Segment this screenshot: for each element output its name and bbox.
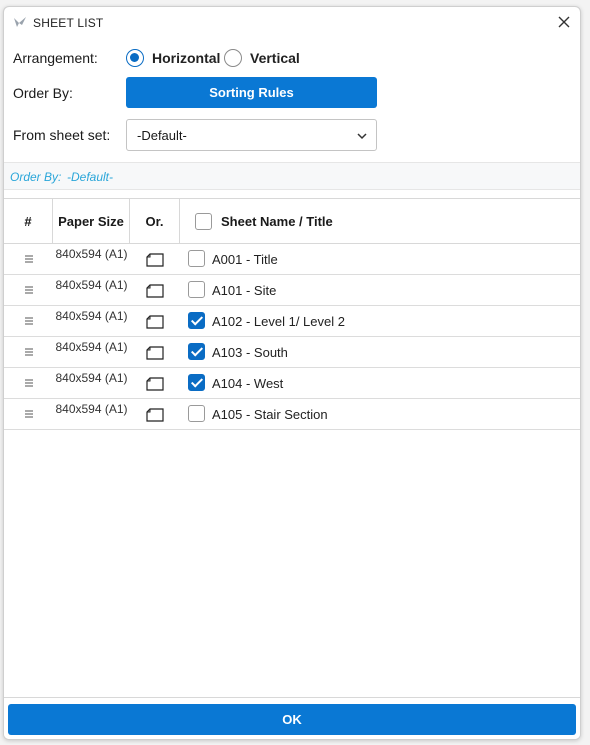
header-orientation[interactable]: Or. bbox=[130, 199, 180, 243]
header-num: # bbox=[4, 199, 53, 243]
sheet-name-cell: A102 - Level 1/ Level 2 bbox=[212, 314, 345, 329]
sheet-set-label: From sheet set: bbox=[13, 127, 111, 143]
sheet-name-cell: A103 - South bbox=[212, 345, 288, 360]
table-row[interactable]: 840x594 (A1) A105 - Stair Section bbox=[4, 399, 580, 430]
radio-horizontal-label[interactable]: Horizontal bbox=[152, 50, 220, 66]
drag-handle-icon[interactable] bbox=[4, 368, 53, 398]
header-paper-size[interactable]: Paper Size bbox=[53, 199, 130, 243]
landscape-sheet-icon bbox=[146, 284, 164, 298]
table-row[interactable]: 840x594 (A1) A103 - South bbox=[4, 337, 580, 368]
row-checkbox[interactable] bbox=[188, 281, 205, 298]
arrangement-label: Arrangement: bbox=[13, 50, 98, 66]
title-bar: SHEET LIST bbox=[4, 7, 580, 37]
app-logo-icon bbox=[13, 15, 27, 27]
table-row[interactable]: 840x594 (A1) A104 - West bbox=[4, 368, 580, 399]
table-row[interactable]: 840x594 (A1) A102 - Level 1/ Level 2 bbox=[4, 306, 580, 337]
chevron-down-icon bbox=[357, 133, 367, 140]
landscape-sheet-icon bbox=[146, 315, 164, 329]
table-row[interactable]: 840x594 (A1) A001 - Title bbox=[4, 244, 580, 275]
drag-handle-icon[interactable] bbox=[4, 244, 53, 274]
landscape-sheet-icon bbox=[146, 346, 164, 360]
paper-size-cell: 840x594 (A1) bbox=[55, 309, 128, 323]
row-checkbox[interactable] bbox=[188, 250, 205, 267]
drag-handle-icon[interactable] bbox=[4, 399, 53, 429]
paper-size-cell: 840x594 (A1) bbox=[55, 371, 128, 385]
sheet-name-cell: A105 - Stair Section bbox=[212, 407, 328, 422]
sheet-list-dialog: SHEET LIST Arrangement: Horizontal Verti… bbox=[3, 6, 581, 740]
select-all-checkbox[interactable] bbox=[195, 213, 212, 230]
row-checkbox[interactable] bbox=[188, 343, 205, 360]
sheet-name-cell: A101 - Site bbox=[212, 283, 277, 298]
table-body: 840x594 (A1) A001 - Title 840x594 (A1) A101… bbox=[4, 244, 580, 430]
close-button[interactable] bbox=[554, 12, 574, 32]
landscape-sheet-icon bbox=[146, 377, 164, 391]
row-checkbox[interactable] bbox=[188, 374, 205, 391]
table-row[interactable]: 840x594 (A1) A101 - Site bbox=[4, 275, 580, 306]
row-checkbox[interactable] bbox=[188, 312, 205, 329]
paper-size-cell: 840x594 (A1) bbox=[55, 278, 128, 292]
table-header: # Paper Size Or. Sheet Name / Title bbox=[4, 198, 580, 244]
sheet-set-value: -Default- bbox=[137, 128, 187, 143]
order-by-bar-key: Order By: bbox=[10, 170, 62, 184]
radio-vertical[interactable] bbox=[224, 49, 242, 67]
landscape-sheet-icon bbox=[146, 408, 164, 422]
footer: OK bbox=[4, 697, 580, 739]
sheet-table: # Paper Size Or. Sheet Name / Title 840x… bbox=[4, 198, 580, 430]
ok-button[interactable]: OK bbox=[8, 704, 576, 735]
row-checkbox[interactable] bbox=[188, 405, 205, 422]
sheet-set-select[interactable]: -Default- bbox=[126, 119, 377, 151]
sorting-rules-button[interactable]: Sorting Rules bbox=[126, 77, 377, 108]
drag-handle-icon[interactable] bbox=[4, 337, 53, 367]
radio-vertical-label[interactable]: Vertical bbox=[250, 50, 300, 66]
paper-size-cell: 840x594 (A1) bbox=[55, 340, 128, 354]
sheet-name-cell: A001 - Title bbox=[212, 252, 278, 267]
sheet-name-cell: A104 - West bbox=[212, 376, 284, 391]
header-sheet-name[interactable]: Sheet Name / Title bbox=[221, 214, 333, 229]
close-icon[interactable] bbox=[558, 16, 570, 28]
order-by-bar-value: -Default- bbox=[67, 170, 114, 184]
paper-size-cell: 840x594 (A1) bbox=[55, 247, 128, 261]
landscape-sheet-icon bbox=[146, 253, 164, 267]
drag-handle-icon[interactable] bbox=[4, 275, 53, 305]
window-title: SHEET LIST bbox=[33, 16, 104, 30]
paper-size-cell: 840x594 (A1) bbox=[55, 402, 128, 416]
order-by-bar: Order By: -Default- bbox=[4, 162, 580, 190]
order-by-label: Order By: bbox=[13, 85, 73, 101]
radio-horizontal[interactable] bbox=[126, 49, 144, 67]
drag-handle-icon[interactable] bbox=[4, 306, 53, 336]
